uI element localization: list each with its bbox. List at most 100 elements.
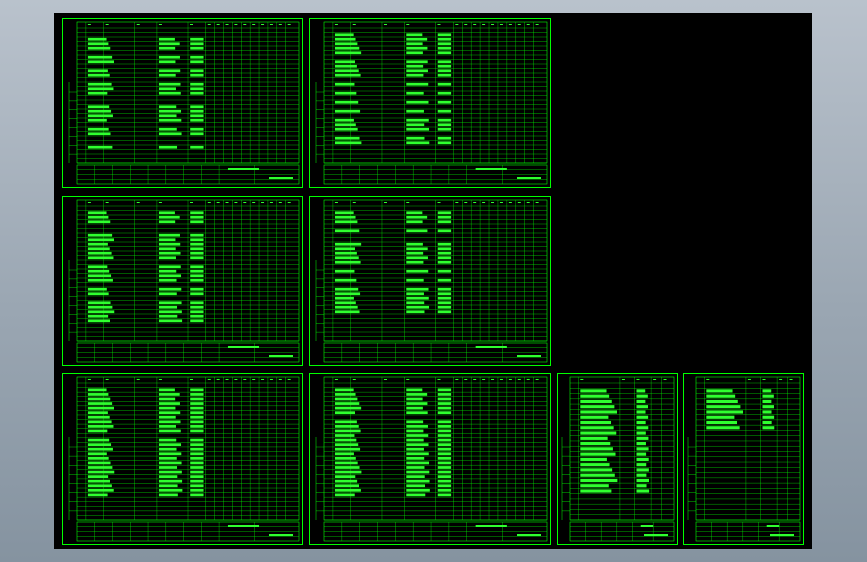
text-block (334, 443, 359, 447)
text-block (158, 402, 180, 405)
text-block (87, 46, 111, 50)
text-block (437, 397, 452, 401)
text-block (762, 420, 772, 425)
text-block (406, 397, 423, 401)
text-block (636, 415, 649, 419)
text-block (437, 46, 452, 50)
text-block (437, 296, 452, 300)
text-block (437, 479, 452, 483)
text-block (636, 394, 648, 398)
text-block (190, 211, 204, 215)
text-block (636, 452, 647, 456)
text-block (190, 479, 204, 483)
text-block (190, 46, 204, 50)
text-block (636, 420, 646, 425)
text-block (580, 484, 609, 488)
text-block (437, 292, 452, 296)
text-block (437, 141, 452, 145)
text-block (580, 442, 611, 446)
text-block (580, 463, 610, 467)
text-block (334, 438, 357, 442)
text-block (406, 242, 423, 246)
text-block (87, 247, 110, 251)
text-block (406, 73, 424, 77)
text-block (87, 215, 109, 219)
text-block (334, 46, 360, 50)
text-block (636, 463, 647, 467)
text-block (87, 82, 112, 86)
text-block (190, 105, 204, 109)
text-block (437, 269, 452, 273)
text-block (437, 406, 452, 410)
text-block (406, 406, 423, 410)
text-block (158, 425, 176, 428)
text-block (334, 484, 360, 488)
text-block (334, 393, 356, 396)
text-block (406, 247, 428, 251)
text-block (406, 461, 430, 465)
text-block (190, 456, 204, 460)
text-block (437, 37, 452, 41)
text-block (190, 42, 204, 46)
text-block (580, 478, 618, 483)
text-block (87, 393, 109, 396)
text-block (636, 447, 649, 451)
text-block (190, 452, 204, 456)
drawing-sheet-7 (557, 373, 678, 545)
text-block (437, 447, 452, 451)
text-block (437, 109, 452, 113)
text-block (158, 461, 182, 465)
text-block (636, 426, 649, 430)
text-block (158, 55, 180, 59)
text-block (158, 233, 180, 237)
text-block (190, 470, 204, 474)
text-block (158, 42, 180, 46)
text-block (334, 100, 359, 104)
text-block (580, 389, 607, 393)
text-block (334, 305, 358, 309)
text-block (190, 220, 204, 224)
text-block (334, 488, 361, 492)
text-block (334, 296, 354, 300)
text-block (87, 447, 113, 451)
text-block (87, 60, 114, 64)
text-block (437, 470, 452, 474)
text-block (87, 406, 114, 410)
text-block (636, 468, 649, 472)
text-block (437, 256, 452, 260)
text-block (158, 484, 178, 488)
text-block (87, 242, 108, 246)
text-block (158, 220, 176, 224)
text-block (190, 411, 204, 415)
text-block (437, 91, 452, 95)
text-block (437, 251, 452, 255)
text-block (87, 314, 109, 318)
text-block (437, 484, 452, 488)
text-block (406, 456, 425, 460)
text-block (334, 220, 358, 224)
text-block (190, 118, 204, 122)
text-block (334, 256, 359, 260)
text-block (158, 466, 178, 469)
text-block (334, 411, 355, 415)
text-block (334, 406, 362, 410)
text-block (158, 251, 181, 255)
text-block (706, 426, 740, 430)
text-block (158, 118, 182, 122)
text-block (334, 60, 355, 64)
text-block (158, 292, 177, 296)
text-block (158, 456, 177, 460)
text-block (158, 269, 177, 273)
text-block (406, 251, 424, 255)
text-block (87, 278, 113, 282)
drawing-sheet-5 (62, 373, 303, 545)
text-block (406, 488, 430, 492)
text-block (190, 420, 204, 424)
text-block (158, 145, 178, 149)
text-block (190, 132, 204, 136)
text-block (437, 425, 452, 428)
cad-drawing-viewport[interactable] (54, 13, 812, 549)
text-block (437, 220, 452, 224)
text-block (706, 405, 741, 409)
text-block (190, 238, 204, 242)
